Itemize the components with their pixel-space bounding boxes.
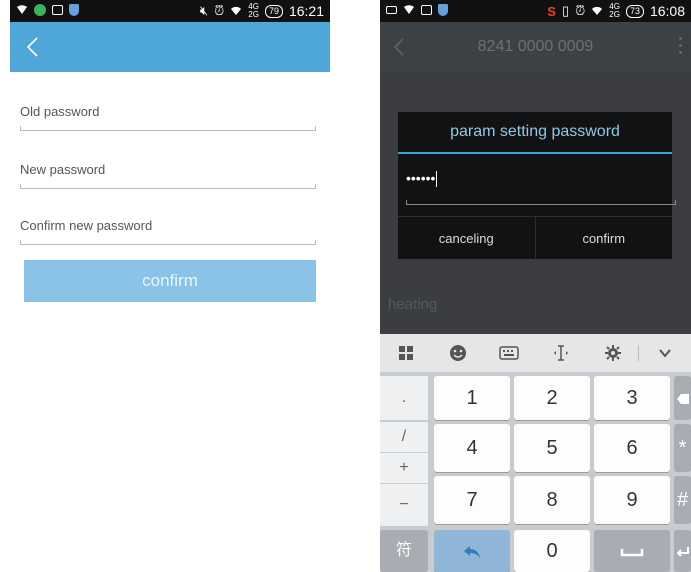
side-key-plus[interactable]: + (380, 453, 428, 483)
keyboard-icon[interactable] (483, 346, 535, 360)
collapse-keyboard-icon[interactable] (638, 345, 691, 361)
masked-password: •••••• (406, 170, 436, 186)
star-key[interactable]: * (674, 424, 691, 472)
battery-icon: 79 (264, 4, 283, 18)
new-password-field[interactable]: New password (20, 162, 316, 189)
back-chevron-icon[interactable] (18, 32, 48, 62)
status-time: 16:21 (288, 3, 324, 19)
battery-icon: 73 (625, 4, 644, 18)
key-0[interactable]: 0 (514, 530, 590, 572)
image-icon (421, 5, 432, 15)
mute-icon: 🔇︎ (199, 3, 209, 18)
settings-icon[interactable] (587, 344, 639, 362)
wifi-signal-icon (17, 5, 27, 14)
wifi-signal-icon (404, 5, 414, 14)
heating-label: heating (388, 296, 438, 313)
confirm-button[interactable]: confirm (24, 260, 316, 302)
password-dialog: param setting password •••••• canceling … (398, 112, 676, 260)
grid-icon[interactable] (380, 345, 432, 361)
numeric-keyboard: . / + − 1 2 3 4 5 6 * 7 8 9 # 符 0 (380, 372, 691, 572)
wifi-icon (592, 6, 603, 15)
param-password-screen: S ▯ ⏰︎ 4G 2G 73 16:08 8241 0000 0009 heat… (380, 0, 691, 572)
old-password-field[interactable]: Old password (20, 104, 316, 131)
key-1[interactable]: 1 (434, 376, 510, 420)
app-bar: 8241 0000 0009 (380, 22, 691, 72)
image-icon (52, 5, 63, 15)
side-key-minus[interactable]: − (380, 484, 428, 526)
cursor-icon[interactable] (535, 344, 587, 362)
dialog-divider (398, 152, 672, 154)
cell-signal-icon: 4G 2G (609, 2, 620, 19)
keyboard-toolbar (380, 334, 691, 372)
status-time: 16:08 (649, 3, 685, 19)
undo-key[interactable] (434, 530, 510, 572)
overflow-menu-icon[interactable] (679, 37, 683, 55)
confirm-new-password-placeholder: Confirm new password (20, 218, 153, 233)
shield-icon (438, 4, 448, 16)
cancel-button[interactable]: canceling (398, 217, 535, 260)
key-3[interactable]: 3 (594, 376, 670, 420)
key-8[interactable]: 8 (514, 476, 590, 524)
keyboard-status-icon (386, 6, 397, 14)
key-5[interactable]: 5 (514, 424, 590, 472)
side-key-slash[interactable]: / (380, 422, 428, 452)
hash-key[interactable]: # (674, 476, 691, 524)
backspace-key[interactable] (674, 376, 691, 420)
new-password-placeholder: New password (20, 162, 106, 177)
key-7[interactable]: 7 (434, 476, 510, 524)
alarm-icon: ⏰︎ (214, 3, 225, 18)
emoji-icon[interactable] (432, 344, 484, 362)
key-9[interactable]: 9 (594, 476, 670, 524)
space-key[interactable] (594, 530, 670, 572)
old-password-placeholder: Old password (20, 104, 100, 119)
status-bar: S ▯ ⏰︎ 4G 2G 73 16:08 (380, 0, 691, 22)
key-6[interactable]: 6 (594, 424, 670, 472)
alarm-icon: ⏰︎ (575, 3, 586, 18)
app-bar (10, 22, 330, 72)
shield-icon (69, 4, 79, 16)
confirm-button[interactable]: confirm (534, 217, 673, 260)
cell-signal-icon: 4G 2G (248, 2, 259, 19)
wifi-icon (231, 6, 242, 15)
dialog-title: param setting password (450, 123, 620, 140)
vibrate-icon: ▯ (561, 3, 570, 18)
status-bar: 🔇︎ ⏰︎ 4G 2G 79 16:21 (10, 0, 330, 22)
sogou-input-icon: S (547, 3, 556, 19)
key-4[interactable]: 4 (434, 424, 510, 472)
confirm-new-password-field[interactable]: Confirm new password (20, 218, 316, 245)
side-key-dot[interactable]: . (380, 376, 428, 420)
key-2[interactable]: 2 (514, 376, 590, 420)
device-title: 8241 0000 0009 (477, 38, 594, 55)
password-input[interactable]: •••••• (406, 170, 672, 198)
wechat-icon (34, 4, 46, 16)
enter-key[interactable] (674, 530, 691, 572)
change-password-screen: 🔇︎ ⏰︎ 4G 2G 79 16:21 Old password New pas… (10, 0, 330, 572)
symbol-key[interactable]: 符 (380, 530, 428, 572)
